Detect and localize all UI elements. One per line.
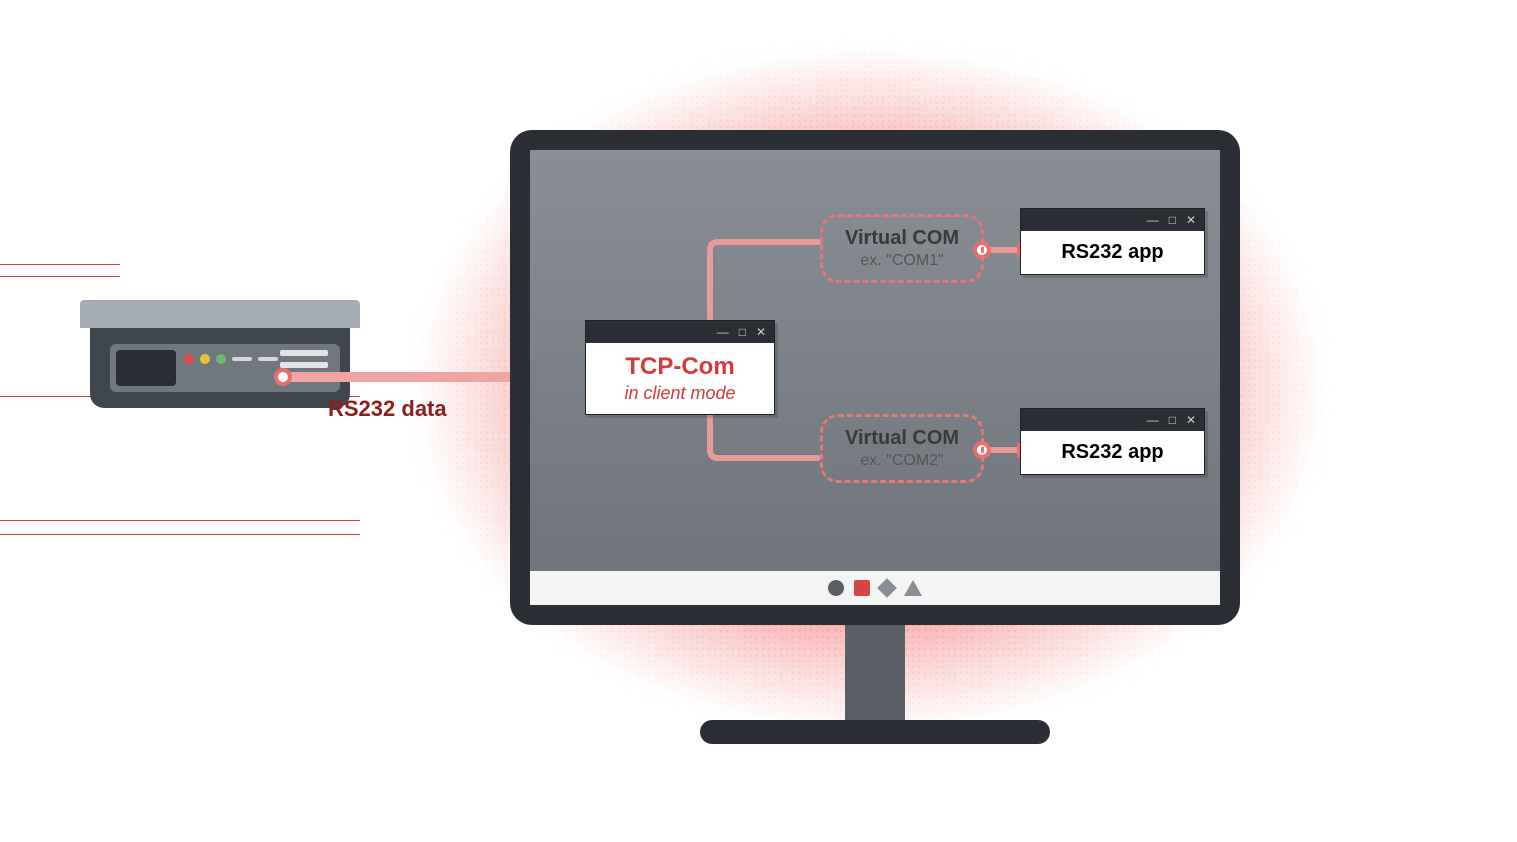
scale-button (258, 357, 278, 361)
maximize-icon: □ (1169, 414, 1176, 426)
close-icon: ✕ (756, 326, 766, 338)
rs232-app-window-2: — □ ✕ RS232 app (1020, 408, 1205, 475)
desktop-taskbar (530, 571, 1220, 605)
guide-line (0, 520, 360, 521)
app-label: RS232 app (1021, 431, 1204, 474)
scale-display (116, 350, 176, 386)
led-yellow (200, 354, 210, 364)
vcom-title: Virtual COM (845, 427, 959, 450)
taskbar-triangle-icon (904, 580, 922, 596)
maximize-icon: □ (1169, 214, 1176, 226)
virtual-com-port-2: Virtual COM ex. "COM2" (820, 414, 984, 483)
monitor-stand-base (700, 720, 1050, 744)
maximize-icon: □ (739, 326, 746, 338)
tcp-com-subtitle: in client mode (604, 383, 756, 404)
taskbar-square-icon (854, 580, 870, 596)
led-red (184, 354, 194, 364)
vcom-title: Virtual COM (845, 227, 959, 250)
vcom-example: ex. "COM2" (845, 452, 959, 470)
taskbar-diamond-icon (877, 578, 897, 598)
window-titlebar: — □ ✕ (1021, 209, 1204, 231)
window-titlebar: — □ ✕ (1021, 409, 1204, 431)
guide-line (0, 534, 360, 535)
scale-tray (80, 300, 360, 328)
monitor-frame: — □ ✕ TCP-Com in client mode Virtual COM… (510, 130, 1240, 625)
minimize-icon: — (1147, 214, 1159, 226)
data-flow-label: RS232 data (328, 396, 447, 422)
taskbar-circle-icon (828, 580, 844, 596)
monitor-screen: — □ ✕ TCP-Com in client mode Virtual COM… (530, 150, 1220, 605)
guide-line (0, 264, 120, 265)
rs232-app-window-1: — □ ✕ RS232 app (1020, 208, 1205, 275)
minimize-icon: — (1147, 414, 1159, 426)
app-label: RS232 app (1021, 231, 1204, 274)
virtual-com-port-1: Virtual COM ex. "COM1" (820, 214, 984, 283)
close-icon: ✕ (1186, 214, 1196, 226)
tcp-com-title: TCP-Com (604, 353, 756, 381)
scale-button (232, 357, 252, 361)
tcp-com-window: — □ ✕ TCP-Com in client mode (585, 320, 775, 415)
serial-device-scale (80, 300, 360, 430)
monitor-stand-neck (845, 623, 905, 723)
guide-line (0, 276, 120, 277)
scale-leds (184, 354, 278, 364)
close-icon: ✕ (1186, 414, 1196, 426)
connection-point-icon (274, 368, 292, 386)
minimize-icon: — (717, 326, 729, 338)
led-green (216, 354, 226, 364)
window-titlebar: — □ ✕ (586, 321, 774, 343)
vcom-example: ex. "COM1" (845, 252, 959, 270)
